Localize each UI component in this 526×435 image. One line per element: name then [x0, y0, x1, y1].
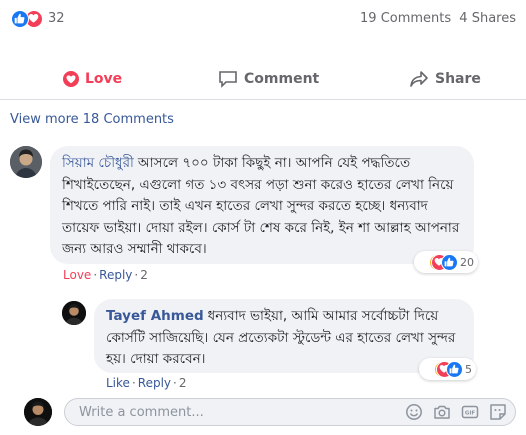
love-icon	[63, 71, 79, 87]
comment-love-button[interactable]: Love	[63, 268, 91, 282]
sticker-icon[interactable]	[489, 403, 507, 421]
separator-dot: ·	[173, 376, 177, 390]
comment-author[interactable]: সিয়াম চৌধুরী	[62, 155, 134, 171]
reaction-count[interactable]: 32	[48, 10, 65, 28]
comments-count[interactable]: 19 Comments	[360, 11, 451, 26]
comment-reply-button[interactable]: Reply	[138, 376, 171, 390]
emoji-icon[interactable]	[405, 403, 423, 421]
avatar[interactable]	[10, 146, 42, 178]
comment-reactions[interactable]: 5	[419, 358, 476, 380]
comment-icon	[219, 71, 237, 88]
love-label: Love	[85, 71, 123, 87]
comment-actions: Like · Reply · 2	[106, 375, 186, 391]
svg-text:GIF: GIF	[465, 411, 476, 417]
comment-like-button[interactable]: Like	[106, 376, 130, 390]
composer-tools: GIF	[405, 403, 507, 421]
reaction-icons[interactable]	[11, 10, 45, 28]
engagement-counts: 19 Comments 4 Shares	[360, 10, 516, 28]
reactions-summary: 32 19 Comments 4 Shares	[0, 0, 526, 38]
shares-count[interactable]: 4 Shares	[459, 11, 516, 26]
gif-icon[interactable]: GIF	[461, 403, 479, 421]
separator-dot: ·	[134, 268, 139, 282]
comment-author[interactable]: Tayef Ahmed	[106, 308, 204, 324]
comment-input[interactable]	[65, 399, 365, 425]
post-actions-bar: Love Comment Share	[0, 58, 526, 100]
comment-button[interactable]: Comment	[218, 64, 319, 94]
separator-dot: ·	[131, 376, 136, 390]
comment-reactions[interactable]: 20	[414, 251, 478, 273]
camera-icon[interactable]	[433, 403, 451, 421]
love-button[interactable]: Love	[63, 64, 122, 94]
separator-dot: ·	[93, 268, 98, 282]
comment-time[interactable]: 2	[179, 376, 187, 390]
share-icon	[410, 71, 428, 87]
comment-reaction-count: 20	[460, 255, 474, 269]
comment-label: Comment	[244, 71, 320, 87]
comment-bubble: সিয়াম চৌধুরী আসলে ৭০০ টাকা কিছুই না। আপন…	[50, 146, 474, 264]
view-more-comments-link[interactable]: View more 18 Comments	[10, 111, 174, 129]
comment-reaction-count: 5	[465, 362, 472, 376]
avatar[interactable]	[62, 301, 86, 325]
current-user-avatar[interactable]	[24, 398, 52, 426]
comment-time[interactable]: 2	[140, 268, 148, 282]
like-icon	[446, 360, 463, 378]
comment-bubble: Tayef Ahmed ধন্যবাদ ভাইয়া, আমি আমার সর্ব…	[94, 299, 474, 373]
comment-composer: GIF	[64, 398, 516, 426]
comment-actions: Love · Reply · 2	[63, 267, 148, 283]
share-label: Share	[435, 71, 481, 87]
like-icon	[441, 253, 458, 271]
share-button[interactable]: Share	[409, 64, 481, 94]
like-icon	[11, 10, 29, 28]
comment-reply-button[interactable]: Reply	[99, 268, 132, 282]
